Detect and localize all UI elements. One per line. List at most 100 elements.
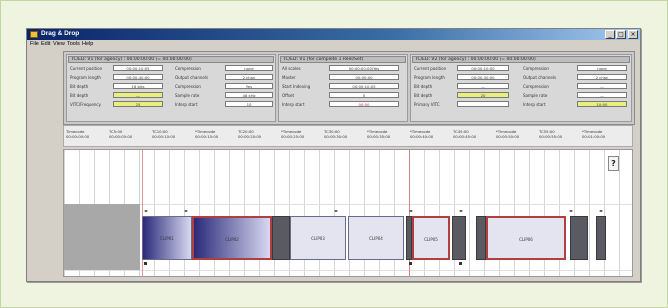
field-value[interactable]: — [577,83,627,89]
field-value[interactable]: 20 [457,92,509,98]
menu-bar: File Edit View Tools Help [27,41,640,49]
ruler-sub: 00:01:00:00 [582,134,606,139]
marker-icon[interactable]: ◂▸ [409,208,413,213]
clip-bar[interactable]: CLIP04 [348,216,404,260]
timeline-track[interactable]: ◂▸ ◂▸ ◂▸ ◂▸ ◂▸ ◂▸ ◂▸ CLIP01 CLIP02 CLIP0… [63,149,633,277]
timecode-ruler: Timecode 00:00:00:00 TC5:00 00:00:05:00 … [63,125,633,147]
clip-bar[interactable]: CLIP02 [192,216,272,260]
app-icon [30,31,38,38]
ruler-sub: 00:00:55:00 [539,134,563,139]
field-value[interactable]: 00:00:10:00 [457,65,509,71]
field-label: Compression [175,66,201,71]
ruler-label: *Timecode 00:00:15:00 [195,129,218,139]
field-label: Compression [523,66,549,71]
ruler-label: TC20:00 00:00:20:00 [238,129,261,139]
field-label: Current position [70,66,103,71]
marker-icon[interactable]: ◂▸ [599,208,603,213]
clip-bar[interactable]: CLIP06 [486,216,566,260]
field-value[interactable]: none [225,65,273,71]
grid-line [589,150,590,276]
field-value[interactable]: 16 bits [113,83,163,89]
clip-bar[interactable]: CLIP01 [142,216,192,260]
field-value[interactable]: Yes [225,83,273,89]
field-label: Master [282,75,296,80]
field-value[interactable]: 48 kHz [225,92,273,98]
menu-tools[interactable]: Tools [67,41,80,47]
properties-pane-complete: TC/ED: V1 (for complete 1 Reel/Set) All … [278,54,408,122]
clip-bar[interactable]: CLIP03 [290,216,346,260]
field-label: VITC/Frequency [70,102,101,107]
field-value[interactable]: 00:00:30:00 [457,74,509,80]
menu-view[interactable]: View [53,41,65,47]
field-value[interactable]: — [577,92,627,98]
field-label: Start Indexing [282,84,311,89]
clip-gap[interactable] [452,216,466,260]
field-label: Interp start [523,102,546,107]
marker-icon[interactable]: ◂▸ [334,208,338,213]
field-label: Primary VITC [414,102,440,107]
lane-divider [64,270,632,271]
ruler-label: TC30:00 00:00:30:00 [324,129,347,139]
field-value[interactable]: 00:00:00:00/Yes [329,65,399,71]
ruler-sub: 00:00:00:00 [66,134,90,139]
clip-gap[interactable] [596,216,606,260]
field-value[interactable]: 2 chan [225,74,273,80]
field-label: Output channels [175,75,209,80]
field-label: Program length [70,75,101,80]
menu-file[interactable]: File [30,41,39,47]
clip-gap[interactable] [570,216,588,260]
field-label: All scales [282,66,301,71]
ruler-sub: 00:00:35:00 [367,134,391,139]
ruler-sub: 00:00:05:00 [109,134,133,139]
ruler-label: TC55:00 00:00:55:00 [539,129,562,139]
window-title: Drag & Drop [41,30,80,37]
field-value[interactable]: — [457,83,509,89]
properties-pane-v1: TC/ED: V1 (for agency) : 00:00:00:00 (= … [66,54,276,122]
grid-line [619,150,620,276]
properties-panel: TC/ED: V1 (for agency) : 00:00:00:00 (= … [63,51,635,125]
field-label: Compression [523,84,549,89]
clip-gap[interactable] [272,216,290,260]
ruler-sub: 00:00:20:00 [238,134,262,139]
marker-icon[interactable]: ◂▸ [459,208,463,213]
field-value[interactable] [457,101,509,107]
ruler-label: Timecode 00:00:00:00 [66,129,89,139]
minimize-button[interactable]: _ [605,30,615,39]
ruler-label: *Timecode 00:00:35:00 [367,129,390,139]
field-value[interactable]: — [113,92,163,98]
field-value[interactable]: 2 chan [577,74,627,80]
ruler-sub: 00:00:40:00 [410,134,434,139]
field-label: Current position [414,66,447,71]
title-bar[interactable]: Drag & Drop _ □ × [27,29,640,40]
selection-region[interactable] [64,204,140,270]
ruler-label: *Timecode 00:01:00:00 [582,129,605,139]
ruler-label: TC45:00 00:00:45:00 [453,129,476,139]
field-label: Bit depth [70,93,89,98]
field-value[interactable]: 00:00:10:05 [113,65,163,71]
field-value[interactable]: 00:00:40:00 [113,74,163,80]
menu-edit[interactable]: Edit [41,41,50,47]
field-value[interactable]: 25 [113,101,163,107]
field-value[interactable]: 00:00:00 [329,74,399,80]
ruler-label: *Timecode 00:00:40:00 [410,129,433,139]
clip-gap[interactable] [476,216,486,260]
marker-icon[interactable]: ◂▸ [569,208,573,213]
marker-icon[interactable]: ◂▸ [184,208,188,213]
help-button[interactable]: ? [608,156,619,171]
properties-pane-v2: TC/ED: V2 (for agency) : 00:00:00:00 (= … [410,54,632,122]
menu-help[interactable]: Help [82,41,93,47]
field-value[interactable]: 00:00 [329,101,399,107]
field-value[interactable]: 00:00:10:05 [329,83,399,89]
ruler-sub: 00:00:45:00 [453,134,477,139]
maximize-button[interactable]: □ [616,30,626,39]
pane-header: TC/ED: V1 (for complete 1 Reel/Set) [280,56,406,63]
marker-icon[interactable]: ◂▸ [144,208,148,213]
field-value[interactable]: 10:00 [577,101,627,107]
field-value[interactable]: 5 [329,92,399,98]
close-button[interactable]: × [628,30,638,39]
field-value[interactable]: 10 [225,101,273,107]
tick-mark [409,262,412,265]
field-value[interactable]: none [577,65,627,71]
field-label: Sample rate [523,93,548,98]
clip-bar[interactable]: CLIP05 [412,216,450,260]
